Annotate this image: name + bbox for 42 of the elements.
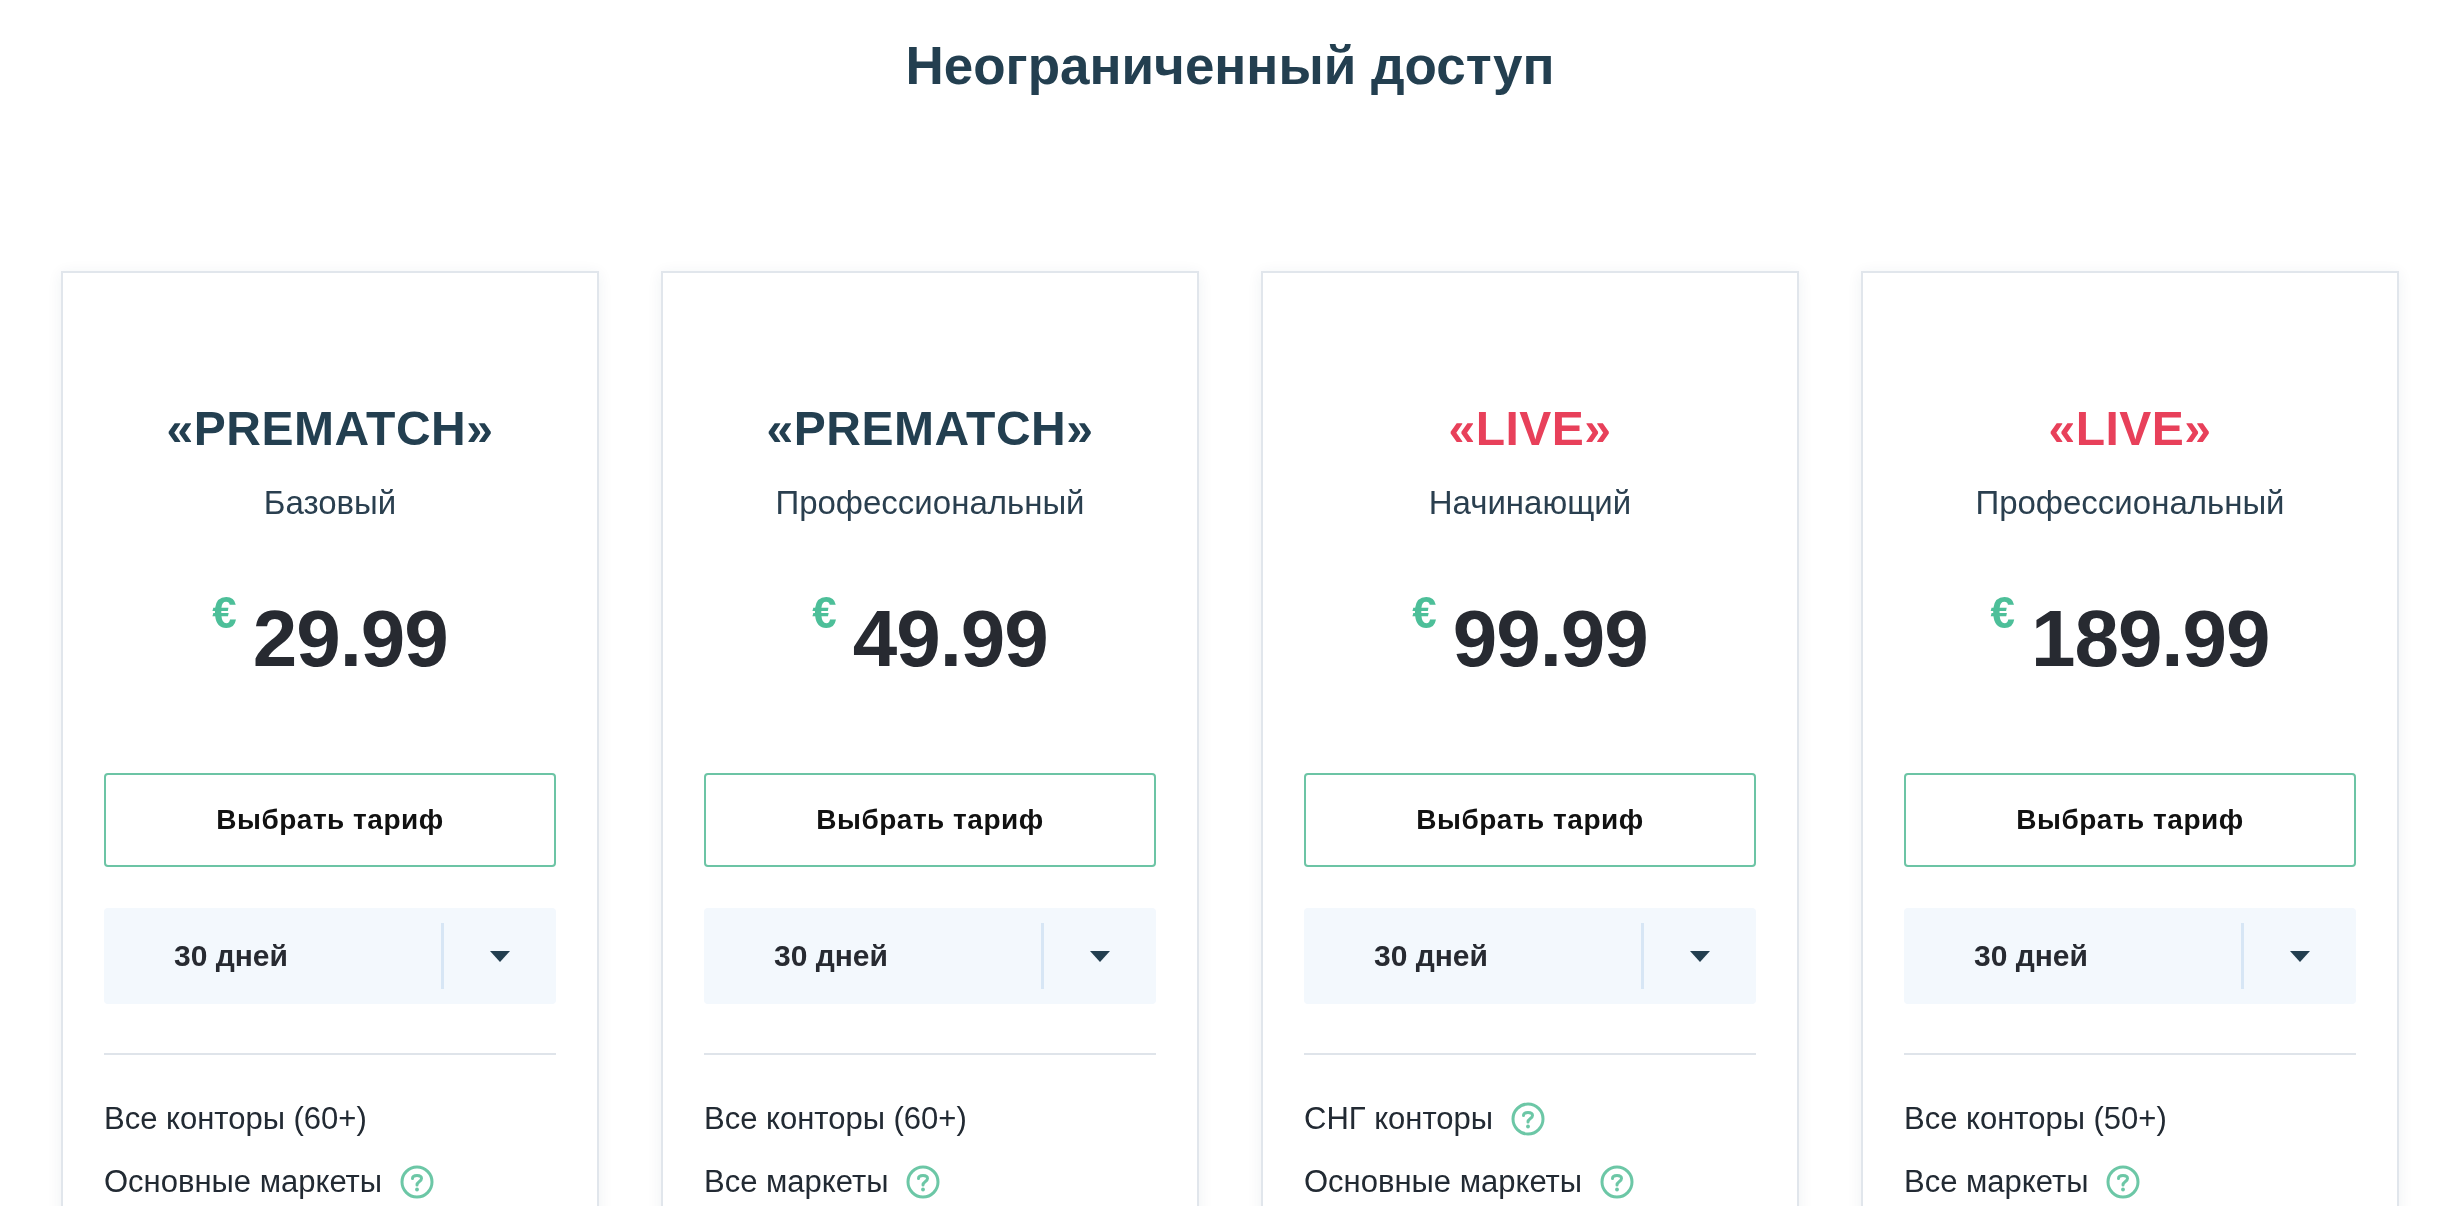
help-icon[interactable] bbox=[906, 1165, 941, 1199]
caret-icon bbox=[1690, 950, 1710, 962]
price-text: 49.99 bbox=[852, 595, 1048, 683]
help-icon[interactable] bbox=[1511, 1102, 1546, 1136]
plan-tier-label: Базовый bbox=[263, 483, 397, 523]
feature-text: Все конторы (60+) bbox=[704, 1100, 967, 1138]
period-select[interactable]: 30 дней bbox=[1304, 908, 1756, 1004]
plan-tier-label: Профессиональный bbox=[775, 483, 1085, 523]
feature-text: Все конторы (60+) bbox=[104, 1100, 367, 1138]
currency-symbol: € bbox=[212, 591, 237, 635]
feature-text: Основные маркеты bbox=[104, 1163, 383, 1201]
help-icon[interactable] bbox=[400, 1165, 435, 1199]
price-text: 189.99 bbox=[2030, 595, 2270, 683]
choose-plan-button[interactable]: Выбрать тариф bbox=[704, 773, 1156, 867]
choose-plan-button[interactable]: Выбрать тариф bbox=[1904, 773, 2356, 867]
caret-icon bbox=[2290, 950, 2310, 962]
choose-plan-button[interactable]: Выбрать тариф bbox=[1304, 773, 1756, 867]
plan-tier-label: Профессиональный bbox=[1975, 483, 2285, 523]
plan-name: «PREMATCH» bbox=[166, 403, 494, 455]
help-icon[interactable] bbox=[2106, 1165, 2141, 1199]
period-select[interactable]: 30 дней bbox=[104, 908, 556, 1004]
feature-text: Все маркеты bbox=[704, 1163, 889, 1201]
help-icon[interactable] bbox=[1600, 1165, 1635, 1199]
feature-text: Основные маркеты bbox=[1304, 1163, 1583, 1201]
plan-tier-label: Начинающий bbox=[1428, 483, 1632, 523]
plan-name: «LIVE» bbox=[2048, 403, 2212, 455]
currency-symbol: € bbox=[1412, 591, 1437, 635]
period-select[interactable]: 30 дней bbox=[1904, 908, 2356, 1004]
feature-text: Все маркеты bbox=[1904, 1163, 2089, 1201]
plan-name: «LIVE» bbox=[1448, 403, 1612, 455]
section-title: Неограниченный доступ bbox=[904, 35, 1556, 96]
feature-text: СНГ конторы bbox=[1304, 1100, 1494, 1138]
currency-symbol: € bbox=[1990, 591, 2015, 635]
feature-text: Все конторы (50+) bbox=[1904, 1100, 2167, 1138]
caret-icon bbox=[1090, 950, 1110, 962]
plan-name: «PREMATCH» bbox=[766, 403, 1094, 455]
choose-plan-button[interactable]: Выбрать тариф bbox=[104, 773, 556, 867]
price-text: 99.99 bbox=[1452, 595, 1648, 683]
period-select[interactable]: 30 дней bbox=[704, 908, 1156, 1004]
currency-symbol: € bbox=[812, 591, 837, 635]
price-text: 29.99 bbox=[252, 595, 448, 683]
caret-icon bbox=[490, 950, 510, 962]
